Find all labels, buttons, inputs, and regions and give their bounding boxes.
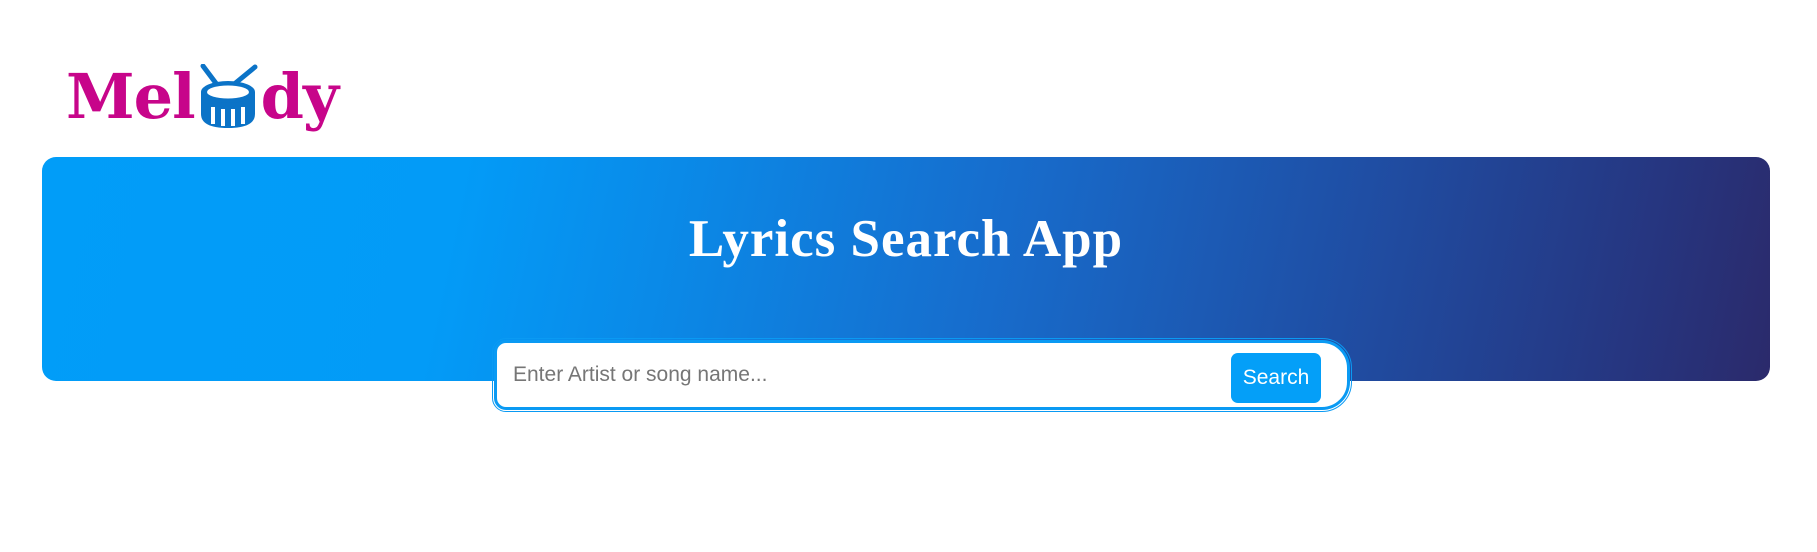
search-button[interactable]: Search — [1231, 353, 1321, 403]
drum-icon — [197, 63, 259, 130]
page: Mel dy Lyrics Search App Sea — [0, 0, 1817, 552]
logo-text-start: Mel — [66, 60, 196, 133]
melody-logo[interactable]: Mel dy — [66, 54, 339, 133]
page-title: Lyrics Search App — [688, 210, 1124, 268]
search-input[interactable] — [513, 353, 1193, 397]
logo-text-end: dy — [260, 60, 339, 133]
search-bar: Search — [492, 338, 1352, 412]
